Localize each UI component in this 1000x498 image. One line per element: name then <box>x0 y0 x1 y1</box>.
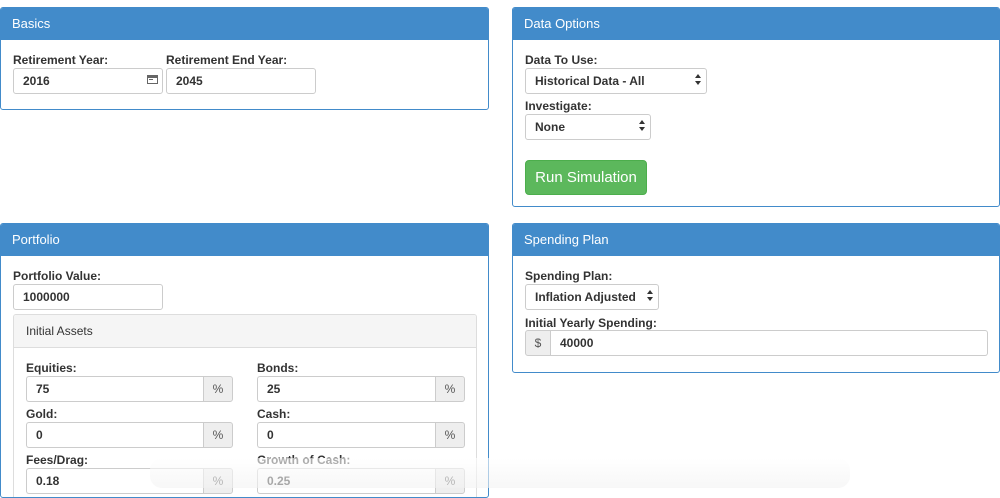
initial-yearly-spending-group: $ 40000 <box>525 330 988 356</box>
initial-yearly-spending-label: Initial Yearly Spending: <box>525 316 657 330</box>
retirement-end-year-input[interactable]: 2045 <box>166 68 316 94</box>
data-options-panel-title: Data Options <box>513 8 999 40</box>
gold-input-group: 0 % <box>26 422 233 448</box>
investigate-label: Investigate: <box>525 99 592 113</box>
calendar-icon[interactable] <box>147 75 158 84</box>
spending-plan-panel-title: Spending Plan <box>513 224 999 256</box>
equities-input-group: 75 % <box>26 376 233 402</box>
data-options-panel: Data Options Data To Use: Historical Dat… <box>512 7 1000 207</box>
spending-plan-value: Inflation Adjusted <box>535 290 636 304</box>
spending-plan-panel: Spending Plan Spending Plan: Inflation A… <box>512 223 1000 373</box>
retirement-year-input[interactable]: 2016 <box>13 68 163 94</box>
select-caret-icon <box>639 120 646 134</box>
percent-addon: % <box>435 422 465 448</box>
run-simulation-button[interactable]: Run Simulation <box>525 160 647 195</box>
gold-input[interactable]: 0 <box>26 422 203 448</box>
equities-input[interactable]: 75 <box>26 376 203 402</box>
bonds-input-group: 25 % <box>257 376 465 402</box>
gold-label: Gold: <box>26 407 58 421</box>
portfolio-value-input[interactable]: 1000000 <box>13 284 163 310</box>
spending-plan-label: Spending Plan: <box>525 269 613 283</box>
cash-input[interactable]: 0 <box>257 422 435 448</box>
cash-label: Cash: <box>257 407 291 421</box>
dollar-addon: $ <box>525 330 551 356</box>
investigate-select[interactable]: None <box>525 114 651 140</box>
bonds-input[interactable]: 25 <box>257 376 435 402</box>
select-caret-icon <box>695 74 702 88</box>
fees-drag-label: Fees/Drag: <box>26 453 89 467</box>
data-to-use-value: Historical Data - All <box>535 74 645 88</box>
percent-addon: % <box>203 422 233 448</box>
retirement-end-year-label: Retirement End Year: <box>166 53 288 67</box>
select-caret-icon <box>647 290 654 304</box>
portfolio-value-label: Portfolio Value: <box>13 269 102 283</box>
basics-panel: Basics Retirement Year: 2016 Retirement … <box>0 7 489 110</box>
retirement-year-label: Retirement Year: <box>13 53 109 67</box>
initial-yearly-spending-input[interactable]: 40000 <box>551 330 988 356</box>
percent-addon: % <box>203 376 233 402</box>
retirement-year-value: 2016 <box>23 74 50 88</box>
data-to-use-label: Data To Use: <box>525 53 598 67</box>
bonds-label: Bonds: <box>257 361 299 375</box>
cash-input-group: 0 % <box>257 422 465 448</box>
portfolio-panel-title: Portfolio <box>1 224 488 256</box>
equities-label: Equities: <box>26 361 77 375</box>
investigate-value: None <box>535 120 565 134</box>
percent-addon: % <box>435 376 465 402</box>
spending-plan-select[interactable]: Inflation Adjusted <box>525 284 659 310</box>
basics-panel-title: Basics <box>1 8 488 40</box>
data-to-use-select[interactable]: Historical Data - All <box>525 68 707 94</box>
initial-assets-title: Initial Assets <box>14 315 476 348</box>
portfolio-panel: Portfolio Portfolio Value: 1000000 Initi… <box>0 223 489 498</box>
bottom-shadow-overlay <box>150 458 850 488</box>
